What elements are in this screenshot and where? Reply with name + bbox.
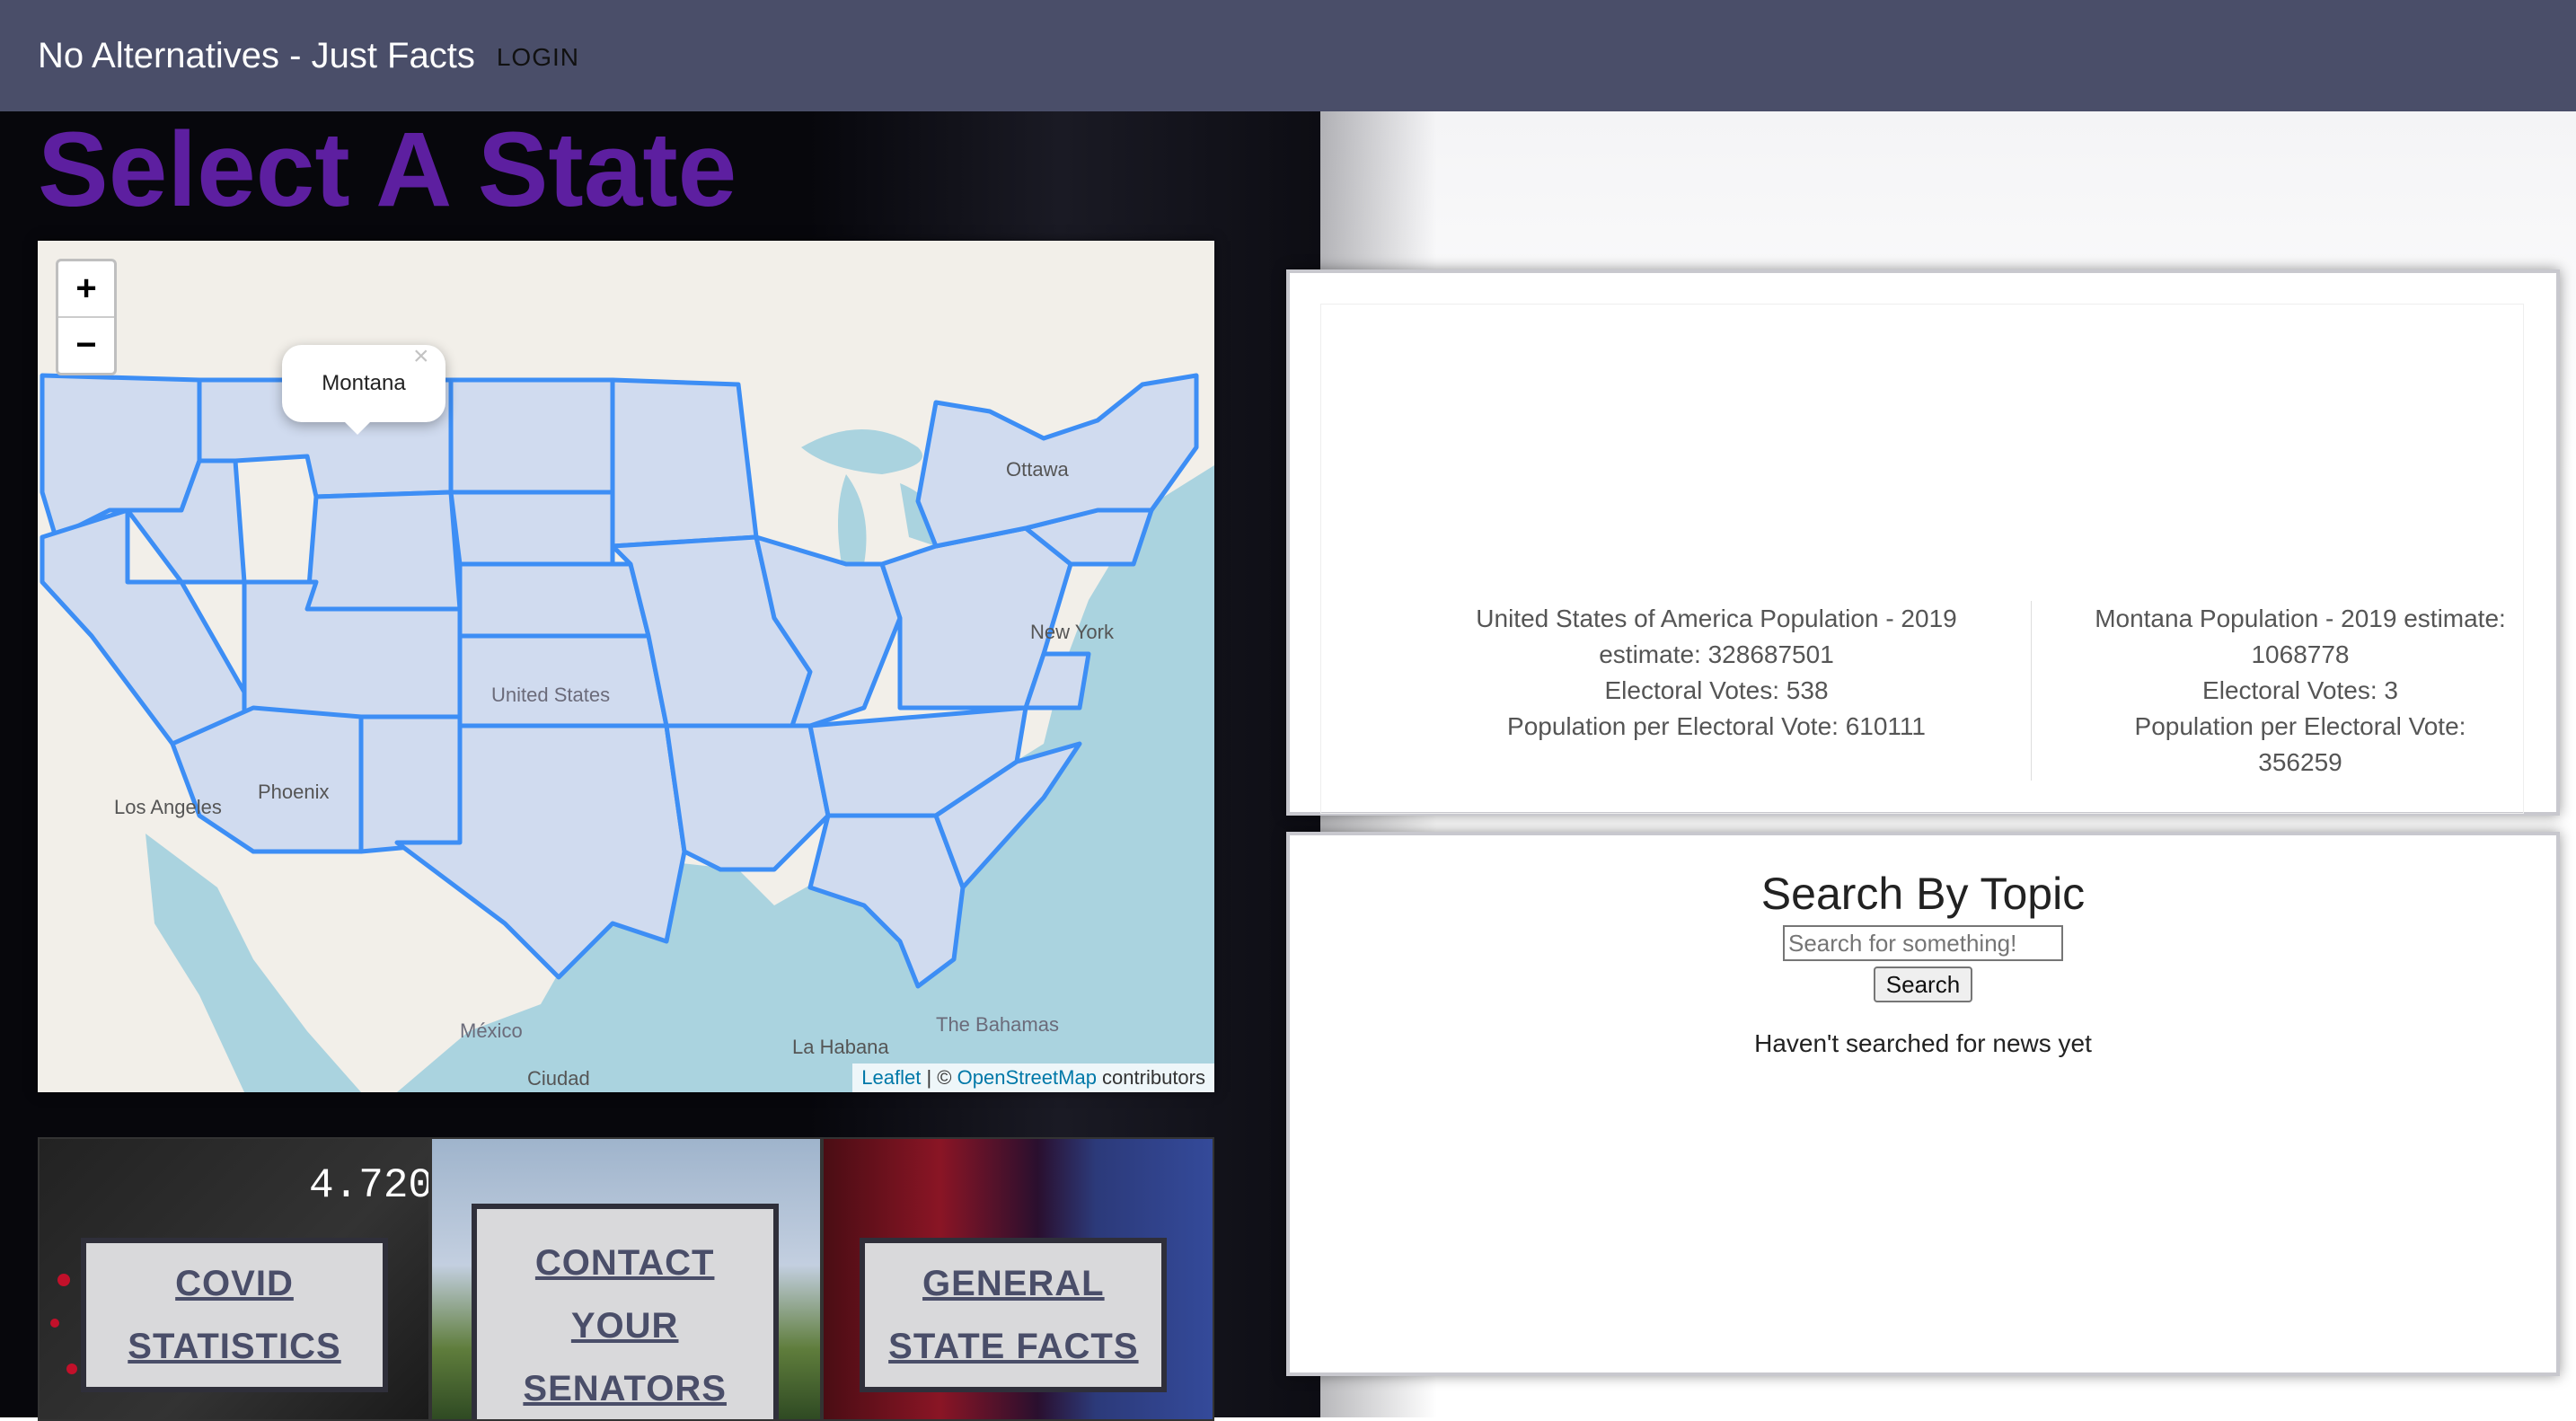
map-label-los-angeles: Los Angeles [114,796,222,818]
tile-senators-line1: CONTACT [534,1243,715,1283]
tile-senators-box[interactable]: CONTACT YOUR SENATORS [471,1204,779,1419]
population-panel: United States of America Population - 20… [1320,304,2524,814]
us-electoral-votes: Electoral Votes: 538 [1604,676,1829,704]
state-alabama-georgia[interactable] [807,813,966,989]
attribution-suffix: contributors [1096,1066,1205,1089]
stats-divider [2031,601,2032,781]
state-kansas[interactable] [457,633,669,728]
map-attribution: Leaflet | © OpenStreetMap contributors [852,1064,1214,1092]
us-population-line1: United States of America Population - 20… [1476,605,1957,632]
covid-map-dot [57,1274,70,1286]
tile-facts-line1: GENERAL [922,1264,1105,1303]
state-population-line1: Montana Population - 2019 estimate: [2095,605,2506,632]
state-population-per-vote-label: Population per Electoral Vote: [2134,712,2466,740]
leaflet-link[interactable]: Leaflet [861,1066,921,1089]
search-input[interactable] [1783,925,2063,961]
map-label-new-york: New York [1030,621,1115,643]
state-nebraska[interactable] [457,561,651,639]
map-label-ottawa: Ottawa [1006,458,1069,481]
map-label-phoenix: Phoenix [258,781,330,803]
covid-map-dot [66,1364,77,1374]
us-population-per-vote: Population per Electoral Vote: 610111 [1507,712,1926,740]
tile-facts-label[interactable]: GENERAL STATE FACTS [888,1252,1138,1378]
tile-covid-line2: STATISTICS [128,1327,341,1366]
popup-label: Montana [322,371,406,395]
zoom-control: + − [56,259,117,375]
tile-facts-line2: STATE FACTS [888,1327,1139,1366]
map-label-la-habana: La Habana [792,1036,889,1058]
population-card: United States of America Population - 20… [1286,269,2560,816]
popup-tip [341,419,374,435]
search-title: Search By Topic [1760,869,2086,919]
feature-tiles: 4.720 COVID STATISTICS CONTACT YOUR SENA… [38,1137,1215,1421]
page-title: Select A State [38,110,737,229]
tile-facts-box[interactable]: GENERAL STATE FACTS [860,1238,1168,1392]
popup-close-icon[interactable]: × [413,341,429,372]
osm-link[interactable]: OpenStreetMap [957,1066,1097,1089]
attribution-separator: | © [921,1066,957,1089]
top-navbar: No Alternatives - Just Facts LOGIN [0,0,2576,111]
state-new-mexico[interactable] [358,714,463,854]
tile-senators-line2: YOUR [570,1306,679,1346]
tile-senators-line3: SENATORS [523,1369,727,1408]
state-south-dakota[interactable] [448,490,615,567]
search-card: Search By Topic Search Haven't searched … [1286,832,2560,1376]
state-population-per-vote-value: 356259 [2258,748,2342,776]
us-population-stats: United States of America Population - 20… [1447,601,1986,745]
state-wyoming[interactable] [304,490,463,612]
tile-covid[interactable]: 4.720 COVID STATISTICS [38,1137,430,1421]
search-status: Haven't searched for news yet [1754,1029,2092,1057]
us-state-map[interactable]: Ottawa New York United States Phoenix Lo… [38,241,1214,1092]
map-label-ciudad: Ciudad [527,1067,590,1090]
map-label-united-states: United States [491,684,610,706]
tile-senators[interactable]: CONTACT YOUR SENATORS [429,1137,823,1421]
tile-covid-line1: COVID [175,1264,294,1303]
us-population-line2: estimate: 328687501 [1599,640,1834,668]
tile-senators-label[interactable]: CONTACT YOUR SENATORS [523,1231,727,1419]
map-canvas: Ottawa New York United States Phoenix Lo… [38,241,1214,1092]
zoom-in-button[interactable]: + [58,261,114,318]
state-minnesota-wisconsin[interactable] [610,377,759,549]
login-link[interactable]: LOGIN [497,43,579,72]
brand-title[interactable]: No Alternatives - Just Facts [38,36,475,76]
tile-covid-box[interactable]: COVID STATISTICS [81,1238,388,1392]
tile-state-facts[interactable]: GENERAL STATE FACTS [822,1137,1215,1421]
map-label-mexico: México [460,1019,523,1042]
covid-map-dot [50,1319,59,1328]
zoom-out-button[interactable]: − [58,318,114,373]
state-population-line2: 1068778 [2251,640,2350,668]
map-label-bahamas: The Bahamas [936,1013,1059,1036]
search-button[interactable]: Search [1873,966,1973,1002]
state-population-stats: Montana Population - 2019 estimate: 1068… [2089,601,2511,781]
tile-covid-label[interactable]: COVID STATISTICS [128,1252,340,1378]
covid-total-deaths-number: 4.720 [309,1162,430,1209]
state-electoral-votes: Electoral Votes: 3 [2202,676,2398,704]
state-north-dakota[interactable] [448,377,633,495]
